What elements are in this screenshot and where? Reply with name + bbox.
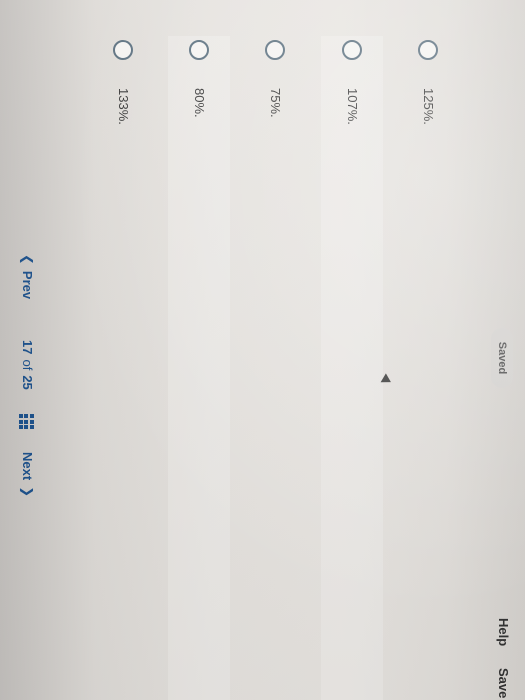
option-label: 107%. — [345, 88, 360, 125]
radio-button[interactable] — [418, 40, 438, 60]
quiz-screen: Saved Help Save 125%. 107%. 75%. 80%. 13… — [0, 0, 525, 700]
answer-options: 125%. 107%. 75%. 80%. 133%. — [1, 36, 459, 700]
save-exit-link[interactable]: Save — [496, 668, 511, 698]
option-row[interactable]: 133%. — [92, 36, 154, 700]
next-label: Next — [20, 452, 35, 481]
page-total: 25 — [20, 375, 35, 390]
page-current: 17 — [20, 340, 35, 355]
option-row[interactable]: 75%. — [244, 36, 306, 700]
chevron-right-icon: ❯ — [20, 486, 35, 498]
option-label: 75%. — [268, 88, 283, 118]
page-of: of — [20, 359, 35, 371]
option-label: 125%. — [421, 88, 436, 125]
page-counter[interactable]: 17 of 25 — [20, 340, 35, 390]
prev-label: Prev — [20, 270, 35, 300]
option-label: 133%. — [116, 88, 131, 125]
saved-status-badge: Saved — [491, 328, 513, 388]
radio-button[interactable] — [113, 40, 133, 60]
top-bar: Saved Help Save — [479, 0, 525, 700]
option-label: 80%. — [192, 88, 207, 118]
radio-button[interactable] — [189, 40, 209, 60]
option-row[interactable]: 107%. — [321, 36, 383, 700]
option-row[interactable]: 125%. — [397, 36, 459, 700]
help-link[interactable]: Help — [496, 618, 511, 646]
chevron-left-icon: ❮ — [20, 254, 35, 265]
grid-icon[interactable] — [19, 414, 34, 429]
pagination-footer: ❮ Prev 17 of 25 Next ❯ — [0, 0, 43, 700]
photo-background: Saved Help Save 125%. 107%. 75%. 80%. 13… — [0, 0, 525, 700]
option-row[interactable]: 80%. — [168, 36, 230, 700]
radio-button[interactable] — [265, 40, 285, 60]
next-button[interactable]: Next ❯ — [19, 452, 35, 497]
prev-button[interactable]: ❮ Prev — [19, 254, 35, 299]
radio-button[interactable] — [342, 40, 362, 60]
